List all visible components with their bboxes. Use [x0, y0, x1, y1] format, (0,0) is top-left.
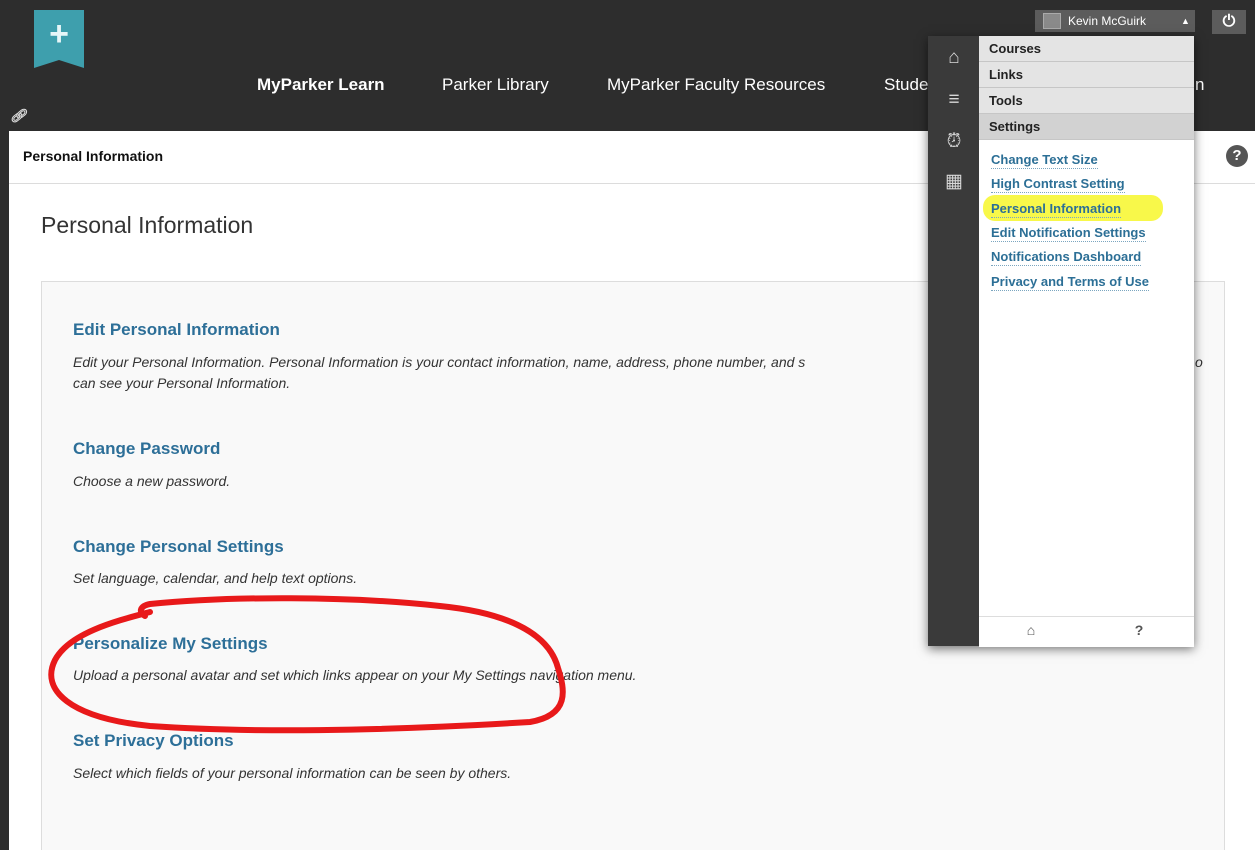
menu-footer: ⌂ ? [979, 616, 1194, 647]
institution-icon[interactable]: ⌂ [1021, 622, 1041, 638]
calendar-icon[interactable]: ▦ [941, 170, 967, 194]
menu-section-courses[interactable]: Courses [979, 36, 1194, 62]
stream-icon[interactable]: ≡ [941, 88, 967, 112]
menu-section-settings[interactable]: Settings [979, 114, 1194, 140]
help-icon[interactable]: ? [1129, 622, 1149, 638]
menu-link-notifications-dashboard[interactable]: Notifications Dashboard [991, 248, 1142, 266]
alarm-clock-icon[interactable]: ⏰︎ [941, 130, 967, 154]
menu-link-edit-notification-settings[interactable]: Edit Notification Settings [991, 224, 1146, 242]
menu-section-tools[interactable]: Tools [979, 88, 1194, 114]
menu-link-high-contrast-setting[interactable]: High Contrast Setting [991, 175, 1125, 193]
menu-section-links[interactable]: Links [979, 62, 1194, 88]
menu-link-change-text-size[interactable]: Change Text Size [991, 151, 1098, 169]
menu-link-personal-information[interactable]: Personal Information [991, 200, 1122, 218]
menu-link-privacy-terms[interactable]: Privacy and Terms of Use [991, 273, 1149, 291]
menu-icon-rail: ⌂ ≡ ⏰︎ ▦ [928, 36, 979, 646]
global-navigation-menu: ⌂ ≡ ⏰︎ ▦ Courses Links Tools Settings ⌂ … [928, 36, 1194, 647]
blackboard-home-icon[interactable]: ⌂ [941, 46, 967, 70]
